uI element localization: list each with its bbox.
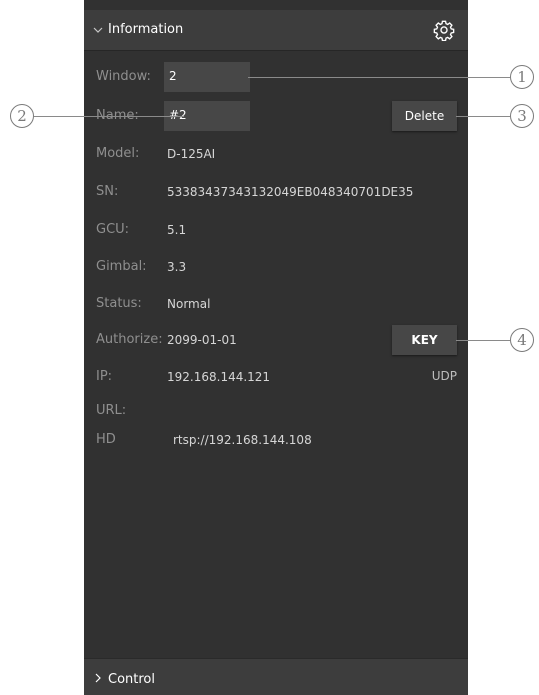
url-label: URL: — [96, 403, 127, 418]
name-value: #2 — [169, 108, 187, 122]
callout-3: 3 — [510, 104, 534, 128]
authorize-label: Authorize: — [96, 332, 163, 347]
callout-4: 4 — [510, 328, 534, 352]
model-label: Model: — [96, 146, 140, 161]
sn-value: 53383437343132049EB048340701DE35 — [167, 185, 414, 199]
callout-4-line — [456, 340, 510, 341]
window-input[interactable]: 2 — [164, 62, 250, 92]
status-label: Status: — [96, 296, 142, 311]
control-section-header[interactable]: Control — [84, 658, 468, 695]
status-value: Normal — [167, 297, 211, 311]
control-title: Control — [108, 672, 155, 687]
chevron-down-icon — [93, 27, 103, 33]
gimbal-label: Gimbal: — [96, 259, 147, 274]
ip-value: 192.168.144.121 — [167, 370, 271, 384]
callout-2: 2 — [10, 104, 34, 128]
section-title: Information — [108, 22, 184, 37]
authorize-value: 2099-01-01 — [167, 333, 237, 347]
callout-3-line — [456, 116, 510, 117]
delete-button[interactable]: Delete — [392, 101, 457, 131]
callout-1-line — [248, 77, 510, 78]
information-section-header[interactable]: Information — [84, 10, 468, 51]
gcu-value: 5.1 — [167, 223, 187, 237]
key-button[interactable]: KEY — [392, 325, 457, 355]
sn-label: SN: — [96, 184, 119, 199]
window-label: Window: — [96, 69, 151, 84]
window-value: 2 — [169, 69, 177, 83]
gear-icon[interactable] — [433, 19, 455, 41]
gimbal-value: 3.3 — [167, 260, 187, 274]
ip-label: IP: — [96, 369, 113, 384]
hd-url-value: rtsp://192.168.144.108 — [173, 433, 312, 447]
callout-1: 1 — [510, 65, 534, 89]
hd-label: HD — [96, 432, 116, 447]
callout-2-line — [34, 116, 184, 117]
chevron-right-icon — [95, 673, 101, 683]
protocol-value: UDP — [431, 369, 457, 383]
gcu-label: GCU: — [96, 222, 130, 237]
model-value: D-125AI — [167, 147, 216, 161]
information-panel: Information Window: 2 Name: #2 Delete Mo… — [84, 0, 468, 695]
